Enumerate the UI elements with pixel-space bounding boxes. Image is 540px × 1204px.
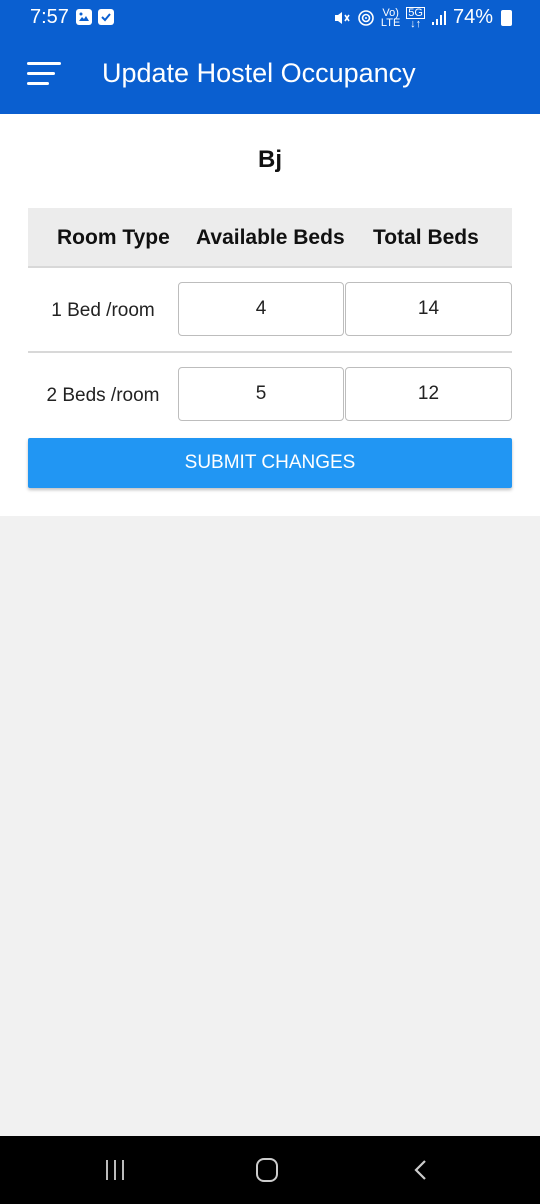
status-bar: 7:57 Vo) LTE 5G ↓↑ 74%: [0, 0, 540, 34]
signal-icon: [431, 10, 446, 25]
total-beds-input[interactable]: 14: [345, 282, 512, 336]
check-notification-icon: [98, 9, 114, 25]
header-room-type: Room Type: [57, 226, 170, 249]
hamburger-menu-icon[interactable]: [27, 62, 61, 88]
main-content: Bj Room Type Available Beds Total Beds 1…: [0, 114, 540, 516]
table-header: Room Type Available Beds Total Beds: [28, 208, 512, 268]
table-row: 1 Bed /room 4 14: [28, 268, 512, 353]
hostel-name: Bj: [258, 146, 282, 173]
app-bar: Update Hostel Occupancy: [0, 34, 540, 114]
header-total-beds: Total Beds: [373, 226, 479, 249]
system-nav-bar: [0, 1136, 540, 1204]
recent-apps-icon[interactable]: [106, 1160, 128, 1180]
gallery-notification-icon: [76, 9, 92, 25]
hotspot-icon: [358, 9, 374, 26]
5g-indicator: 5G ↓↑: [406, 6, 425, 30]
available-beds-input[interactable]: 5: [178, 367, 344, 421]
status-time: 7:57: [30, 6, 69, 28]
submit-changes-button[interactable]: SUBMIT CHANGES: [28, 438, 512, 488]
total-beds-input[interactable]: 12: [345, 367, 512, 421]
occupancy-table: Room Type Available Beds Total Beds 1 Be…: [28, 208, 512, 438]
battery-percent: 74%: [452, 6, 493, 28]
header-available-beds: Available Beds: [196, 226, 345, 249]
home-icon[interactable]: [256, 1158, 278, 1182]
available-beds-input[interactable]: 4: [178, 282, 344, 336]
room-type-label: 2 Beds /room: [46, 385, 160, 406]
page-title: Update Hostel Occupancy: [102, 58, 416, 88]
battery-icon: [501, 9, 512, 26]
mute-icon: [334, 11, 350, 24]
back-icon[interactable]: [412, 1160, 430, 1180]
room-type-label: 1 Bed /room: [51, 300, 155, 321]
volte-indicator: Vo) LTE: [380, 6, 401, 29]
table-row: 2 Beds /room 5 12: [28, 353, 512, 438]
